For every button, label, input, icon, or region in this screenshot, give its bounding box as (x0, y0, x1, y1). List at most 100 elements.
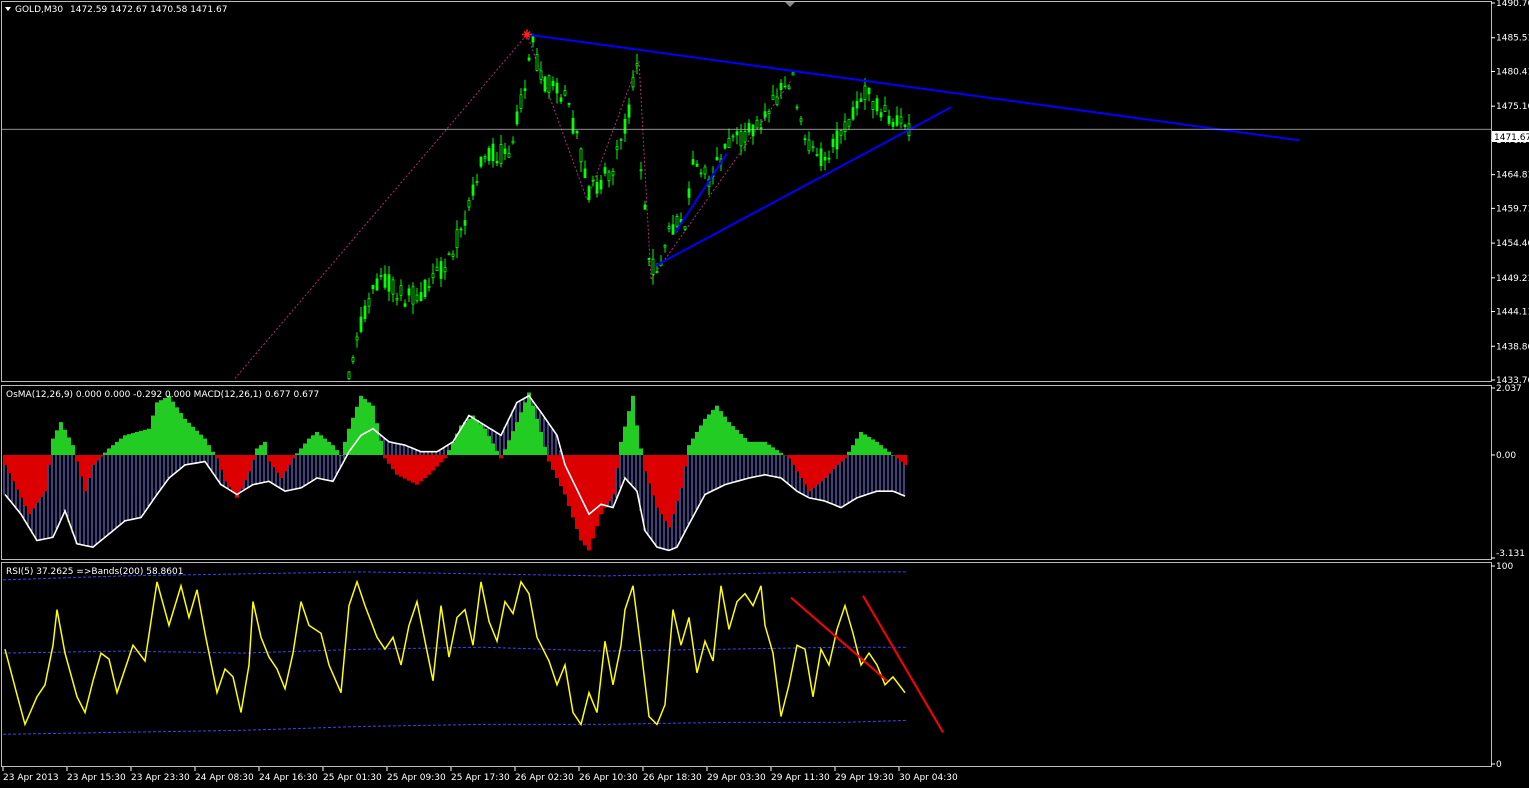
osma-bar (507, 440, 511, 456)
osma-bar (75, 455, 79, 462)
osma-bar (811, 455, 815, 488)
price-tick-label: 1490.76 (1496, 0, 1529, 9)
candle-body (431, 273, 435, 279)
candle-body (655, 270, 659, 273)
osma-bar (535, 418, 539, 456)
candle-body (611, 170, 615, 176)
time-tick-label: 26 Apr 10:30 (579, 773, 638, 783)
candle-body (495, 160, 499, 164)
osma-bar (527, 392, 531, 456)
osma-bar (615, 455, 619, 469)
osma-bar (215, 455, 219, 459)
osma-bar (531, 405, 535, 456)
osma-bar (95, 455, 99, 461)
candle-body (487, 147, 491, 161)
osma-bar (259, 445, 263, 456)
osma-bar (483, 428, 487, 456)
osma-bar (739, 433, 743, 456)
candle-body (443, 267, 447, 273)
candle-body (851, 107, 855, 120)
osma-bar (155, 402, 159, 456)
osma-bar (79, 455, 83, 477)
osma-bar (719, 411, 723, 456)
candle-body (427, 286, 431, 288)
osma-bar (191, 426, 195, 456)
osma-bar (447, 450, 451, 456)
osma-bar (15, 455, 19, 490)
osma-bar (683, 455, 687, 467)
osma-bar (35, 455, 39, 503)
osma-tick-label: 2.037 (1496, 384, 1522, 394)
osma-bar (179, 413, 183, 456)
osma-bar (315, 431, 319, 456)
osma-bar (743, 437, 747, 456)
osma-bar (219, 455, 223, 470)
osma-bar (899, 455, 903, 462)
time-tick-label: 23 Apr 23:30 (131, 773, 190, 783)
osma-bar (43, 455, 47, 492)
osma-bar (707, 414, 711, 456)
candle-body (451, 253, 455, 257)
candle-body (575, 130, 579, 134)
osma-bar (595, 455, 599, 527)
osma-bar (279, 455, 283, 479)
candle-body (811, 146, 815, 149)
osma-bar (411, 455, 415, 483)
candle-body (395, 298, 399, 301)
osma-bar (903, 455, 907, 465)
price-tick-label: 1438.86 (1496, 342, 1529, 352)
candle-body (635, 63, 639, 67)
osma-bar (467, 418, 471, 456)
osma-bar (31, 455, 35, 509)
candle-body (423, 279, 427, 298)
osma-bar (879, 445, 883, 456)
osma-bar (295, 453, 299, 456)
candle-body (691, 159, 695, 165)
candle-body (875, 98, 879, 112)
osma-bar (267, 455, 271, 462)
osma-bar (331, 445, 335, 456)
candle-body (755, 119, 759, 129)
candle-body (803, 138, 807, 141)
osma-bar (435, 455, 439, 467)
candle-body (747, 123, 751, 133)
osma-bar (571, 455, 575, 518)
price-tick-label: 1459.71 (1496, 204, 1529, 214)
candle-body (375, 278, 379, 291)
candle-body (579, 148, 583, 163)
candle-body (639, 169, 643, 172)
osma-bar (863, 434, 867, 456)
candle-body (531, 35, 535, 43)
osma-bar (699, 425, 703, 456)
candle-body (515, 111, 519, 125)
osma-bar (631, 395, 635, 456)
osma-bar (779, 452, 783, 456)
candle-body (603, 167, 607, 174)
osma-bar (355, 406, 359, 456)
candle-body (763, 111, 767, 118)
osma-bar (143, 429, 147, 456)
osma-bar (603, 455, 607, 508)
osma-bar (183, 418, 187, 456)
osma-bar (271, 455, 275, 468)
candle-body (523, 88, 527, 92)
candle-body (823, 156, 827, 161)
osma-bar (823, 455, 827, 479)
candle-body (387, 274, 391, 292)
osma-bar (887, 451, 891, 456)
osma-bar (519, 412, 523, 456)
candle-body (647, 257, 651, 260)
osma-bar (463, 422, 467, 456)
osma-bar (747, 441, 751, 456)
osma-bar (819, 455, 823, 482)
osma-bar (511, 431, 515, 456)
candle-body (459, 228, 463, 231)
candle-body (511, 140, 515, 144)
candle-body (723, 143, 727, 149)
osma-bar (147, 428, 151, 456)
osma-bar (275, 455, 279, 473)
osma-bar (303, 443, 307, 456)
price-tick-label: 1444.11 (1496, 308, 1529, 318)
candle-body (739, 131, 743, 147)
candle-body (839, 130, 843, 136)
